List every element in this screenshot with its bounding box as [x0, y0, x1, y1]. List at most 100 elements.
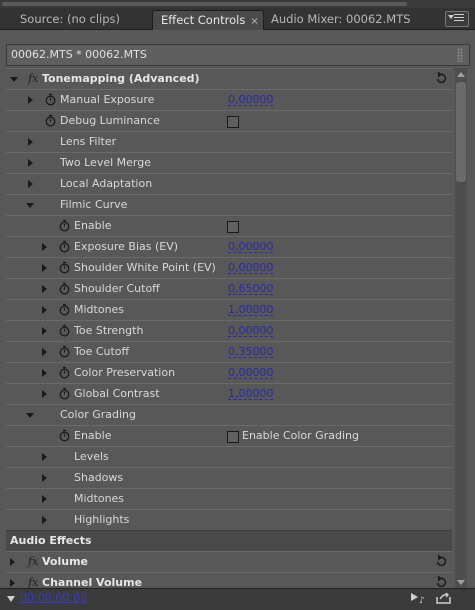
param-label: Toe Strength — [74, 324, 144, 337]
top-scroll-thumb[interactable] — [2, 2, 407, 6]
param-row[interactable]: Global Contrast 1,00000 — [6, 383, 452, 404]
group-row[interactable]: Lens Filter — [6, 131, 452, 152]
param-row[interactable]: Enable — [6, 215, 452, 236]
checkbox[interactable] — [227, 431, 239, 443]
param-row[interactable]: Toe Cutoff 0,35000 — [6, 341, 452, 362]
play-audio-icon[interactable]: ♪ — [410, 591, 428, 605]
chevron-right-icon[interactable] — [42, 285, 47, 293]
chevron-right-icon[interactable] — [42, 243, 47, 251]
export-icon[interactable] — [436, 591, 452, 605]
param-row[interactable]: Midtones 1,00000 — [6, 299, 452, 320]
fx-icon[interactable]: fx — [28, 72, 38, 85]
stopwatch-icon[interactable] — [58, 282, 71, 295]
param-row[interactable]: Debug Luminance — [6, 110, 452, 131]
param-value[interactable]: 0,00000 — [228, 366, 274, 379]
effect-row[interactable]: fx Volume — [6, 551, 452, 572]
group-row[interactable]: Color Grading — [6, 404, 452, 425]
param-row[interactable]: Manual Exposure 0,00000 — [6, 89, 452, 110]
param-value[interactable]: 0,65000 — [228, 282, 274, 295]
chevron-right-icon[interactable] — [42, 348, 47, 356]
tab-effect-controls[interactable]: Effect Controls × — [152, 10, 264, 30]
effect-row[interactable]: fx Tonemapping (Advanced) — [6, 68, 452, 89]
timecode-display[interactable]: 00:00:00:00 — [20, 591, 87, 604]
chevron-right-icon[interactable] — [10, 579, 15, 587]
effect-row[interactable]: fx Channel Volume — [6, 572, 452, 589]
param-row[interactable]: Color Preservation 0,00000 — [6, 362, 452, 383]
stopwatch-icon[interactable] — [58, 303, 71, 316]
chevron-down-icon[interactable] — [10, 77, 18, 82]
grip-icon[interactable] — [457, 48, 463, 62]
tab-effect-controls-label: Effect Controls — [161, 13, 246, 27]
group-row[interactable]: Local Adaptation — [6, 173, 452, 194]
chevron-down-icon[interactable] — [26, 413, 34, 418]
scroll-down-icon[interactable] — [457, 580, 465, 585]
chevron-right-icon[interactable] — [42, 306, 47, 314]
param-value[interactable]: 0,00000 — [228, 324, 274, 337]
stopwatch-icon[interactable] — [58, 366, 71, 379]
chevron-right-icon[interactable] — [42, 495, 47, 503]
status-bar: 00:00:00:00 ♪ — [0, 588, 475, 610]
group-row[interactable]: Levels — [6, 446, 452, 467]
param-label: Shoulder White Point (EV) — [74, 261, 216, 274]
tab-audio-mixer[interactable]: Audio Mixer: 00062.MTS — [271, 10, 411, 29]
param-label: Enable — [74, 219, 112, 232]
close-icon[interactable]: × — [250, 16, 258, 27]
chevron-right-icon[interactable] — [42, 453, 47, 461]
chevron-right-icon[interactable] — [42, 474, 47, 482]
group-row[interactable]: Shadows — [6, 467, 452, 488]
effect-controls-panel: 00062.MTS * 00062.MTS fx Tonemapping (Adv… — [0, 30, 475, 609]
reset-icon[interactable] — [434, 71, 447, 84]
chevron-right-icon[interactable] — [28, 180, 33, 188]
stopwatch-icon[interactable] — [58, 345, 71, 358]
tab-source[interactable]: Source: (no clips) — [20, 10, 120, 29]
chevron-right-icon[interactable] — [42, 369, 47, 377]
scroll-up-icon[interactable] — [457, 72, 465, 77]
param-label: Filmic Curve — [60, 198, 128, 211]
panel-menu-button[interactable] — [445, 11, 469, 27]
group-row[interactable]: Two Level Merge — [6, 152, 452, 173]
chevron-down-icon[interactable] — [26, 203, 34, 208]
chevron-right-icon[interactable] — [42, 390, 47, 398]
chevron-right-icon[interactable] — [28, 138, 33, 146]
stopwatch-icon[interactable] — [58, 429, 71, 442]
section-header[interactable]: Audio Effects — [6, 530, 452, 551]
stopwatch-icon[interactable] — [58, 219, 71, 232]
chevron-right-icon[interactable] — [42, 327, 47, 335]
menu-icon — [454, 14, 464, 22]
group-row[interactable]: Filmic Curve — [6, 194, 452, 215]
group-row[interactable]: Highlights — [6, 509, 452, 530]
stopwatch-icon[interactable] — [58, 240, 71, 253]
param-value[interactable]: 0,00000 — [228, 261, 274, 274]
group-row[interactable]: Midtones — [6, 488, 452, 509]
param-row[interactable]: Shoulder Cutoff 0,65000 — [6, 278, 452, 299]
chevron-right-icon[interactable] — [28, 96, 33, 104]
stopwatch-icon[interactable] — [58, 387, 71, 400]
param-row[interactable]: Enable Enable Color Grading — [6, 425, 452, 446]
param-label: Manual Exposure — [60, 93, 155, 106]
stopwatch-icon[interactable] — [44, 114, 57, 127]
chevron-right-icon[interactable] — [42, 516, 47, 524]
stopwatch-icon[interactable] — [58, 261, 71, 274]
reset-icon[interactable] — [434, 554, 447, 567]
top-scrollbar[interactable] — [0, 0, 475, 8]
param-row[interactable]: Shoulder White Point (EV) 0,00000 — [6, 257, 452, 278]
param-value[interactable]: 1,00000 — [228, 387, 274, 400]
checkbox[interactable] — [227, 116, 239, 128]
fx-icon[interactable]: fx — [28, 555, 38, 568]
chevron-right-icon[interactable] — [28, 159, 33, 167]
stopwatch-icon[interactable] — [44, 93, 57, 106]
param-value[interactable]: 0,00000 — [228, 240, 274, 253]
effect-name: Tonemapping (Advanced) — [42, 72, 200, 85]
param-value[interactable]: 0,35000 — [228, 345, 274, 358]
reset-icon[interactable] — [434, 575, 447, 588]
scroll-thumb[interactable] — [456, 82, 466, 182]
param-row[interactable]: Toe Strength 0,00000 — [6, 320, 452, 341]
vertical-scrollbar[interactable] — [455, 68, 467, 589]
stopwatch-icon[interactable] — [58, 324, 71, 337]
chevron-right-icon[interactable] — [42, 264, 47, 272]
param-value[interactable]: 0,00000 — [228, 93, 274, 106]
param-value[interactable]: 1,00000 — [228, 303, 274, 316]
param-row[interactable]: Exposure Bias (EV) 0,00000 — [6, 236, 452, 257]
checkbox[interactable] — [227, 221, 239, 233]
chevron-right-icon[interactable] — [10, 558, 15, 566]
